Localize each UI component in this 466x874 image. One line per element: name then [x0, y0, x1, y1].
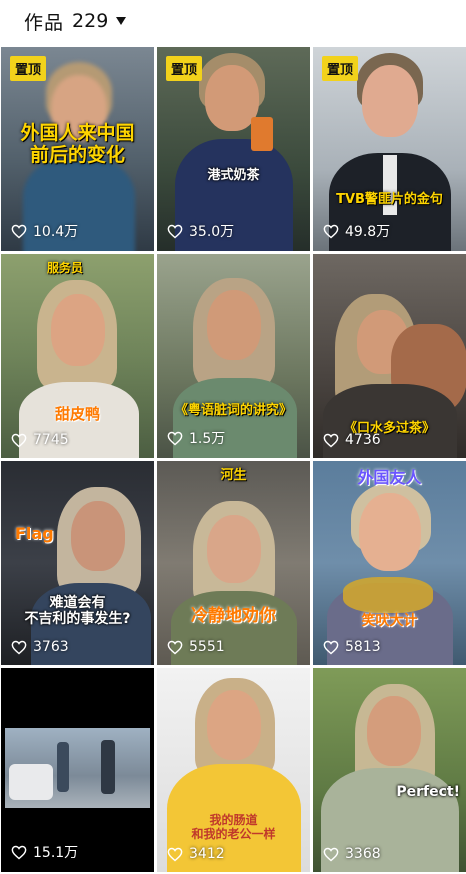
heart-icon: [167, 224, 183, 238]
video-tile[interactable]: 外国友人 笑吠大计 5813: [313, 461, 466, 665]
like-count-value: 3368: [345, 846, 381, 862]
video-caption: Perfect!: [396, 784, 460, 800]
pinned-badge: 置顶: [322, 56, 359, 81]
video-thumbnail: [157, 461, 310, 665]
heart-icon: [167, 431, 183, 445]
pinned-badge: 置顶: [166, 56, 203, 81]
video-caption: Flag: [15, 524, 54, 543]
video-tile[interactable]: 置顶 港式奶茶 35.0万: [157, 47, 310, 251]
video-thumbnail: [313, 668, 466, 872]
like-count: 10.4万: [11, 221, 78, 241]
video-caption: 服务员: [47, 261, 84, 275]
works-label: 作品: [24, 11, 65, 34]
heart-icon: [11, 224, 27, 238]
like-count: 3763: [11, 639, 69, 655]
heart-icon: [11, 640, 27, 654]
video-tile[interactable]: 置顶 TVB警匪片的金句 49.8万: [313, 47, 466, 251]
heart-icon: [11, 433, 27, 447]
heart-icon: [11, 845, 27, 859]
like-count-value: 10.4万: [33, 224, 79, 240]
video-tile[interactable]: 《粤语脏词的讲究》 1.5万: [157, 254, 310, 458]
video-tile[interactable]: 15.1万: [1, 668, 154, 872]
video-tile[interactable]: 我的肠道 和我的老公一样 3412: [157, 668, 310, 872]
like-count-value: 5551: [189, 639, 225, 655]
like-count-value: 4736: [345, 432, 381, 448]
pinned-badge: 置顶: [10, 56, 47, 81]
like-count-value: 1.5万: [189, 431, 226, 447]
like-count: 15.1万: [11, 842, 78, 862]
video-caption: 我的肠道 和我的老公一样: [191, 813, 276, 841]
video-caption-secondary: 甜皮鸭: [54, 405, 100, 423]
like-count-value: 3763: [33, 639, 69, 655]
like-count-value: 35.0万: [189, 224, 235, 240]
video-tile[interactable]: 河生 冷静地劝你 5551: [157, 461, 310, 665]
video-caption: 河生: [220, 468, 247, 483]
video-tile[interactable]: Perfect! 3368: [313, 668, 466, 872]
video-caption: 《粤语脏词的讲究》: [174, 403, 292, 418]
video-tile[interactable]: 服务员 甜皮鸭 7745: [1, 254, 154, 458]
like-count: 49.8万: [323, 221, 390, 241]
heart-icon: [323, 847, 339, 861]
like-count-value: 7745: [33, 432, 69, 448]
like-count-value: 5813: [345, 639, 381, 655]
video-caption-secondary: 冷静地劝你: [191, 606, 276, 626]
video-grid: 置顶 外国人来中国 前后的变化 10.4万 置顶 港式奶茶 35.0万 置顶 T…: [1, 47, 466, 872]
video-caption: 港式奶茶: [207, 168, 260, 183]
like-count: 4736: [323, 432, 381, 448]
like-count-value: 3412: [189, 846, 225, 862]
heart-icon: [167, 847, 183, 861]
heart-icon: [323, 640, 339, 654]
like-count: 1.5万: [167, 428, 225, 448]
like-count: 3368: [323, 846, 381, 862]
video-caption-secondary: 笑吠大计: [361, 613, 418, 629]
like-count-value: 15.1万: [33, 845, 79, 861]
heart-icon: [323, 224, 339, 238]
like-count-value: 49.8万: [345, 224, 391, 240]
video-caption: TVB警匪片的金句: [336, 192, 443, 207]
works-count: 229: [72, 10, 109, 32]
video-thumbnail: [1, 461, 154, 665]
like-count: 3412: [167, 846, 225, 862]
video-tile[interactable]: 置顶 外国人来中国 前后的变化 10.4万: [1, 47, 154, 251]
video-tile[interactable]: Flag 难道会有 不吉利的事发生? 3763: [1, 461, 154, 665]
caret-down-icon[interactable]: [116, 17, 127, 25]
like-count: 5551: [167, 639, 225, 655]
video-caption: 外国友人: [357, 468, 422, 487]
like-count: 5813: [323, 639, 381, 655]
like-count: 7745: [11, 432, 69, 448]
video-caption-secondary: 难道会有 不吉利的事发生?: [24, 595, 131, 628]
like-count: 35.0万: [167, 221, 234, 241]
heart-icon: [167, 640, 183, 654]
video-caption: 外国人来中国 前后的变化: [20, 122, 135, 166]
video-tile[interactable]: 《口水多过茶》 4736: [313, 254, 466, 458]
video-thumbnail: [1, 254, 154, 458]
works-header[interactable]: 作品 229: [0, 0, 466, 42]
video-thumbnail: [313, 461, 466, 665]
heart-icon: [323, 433, 339, 447]
